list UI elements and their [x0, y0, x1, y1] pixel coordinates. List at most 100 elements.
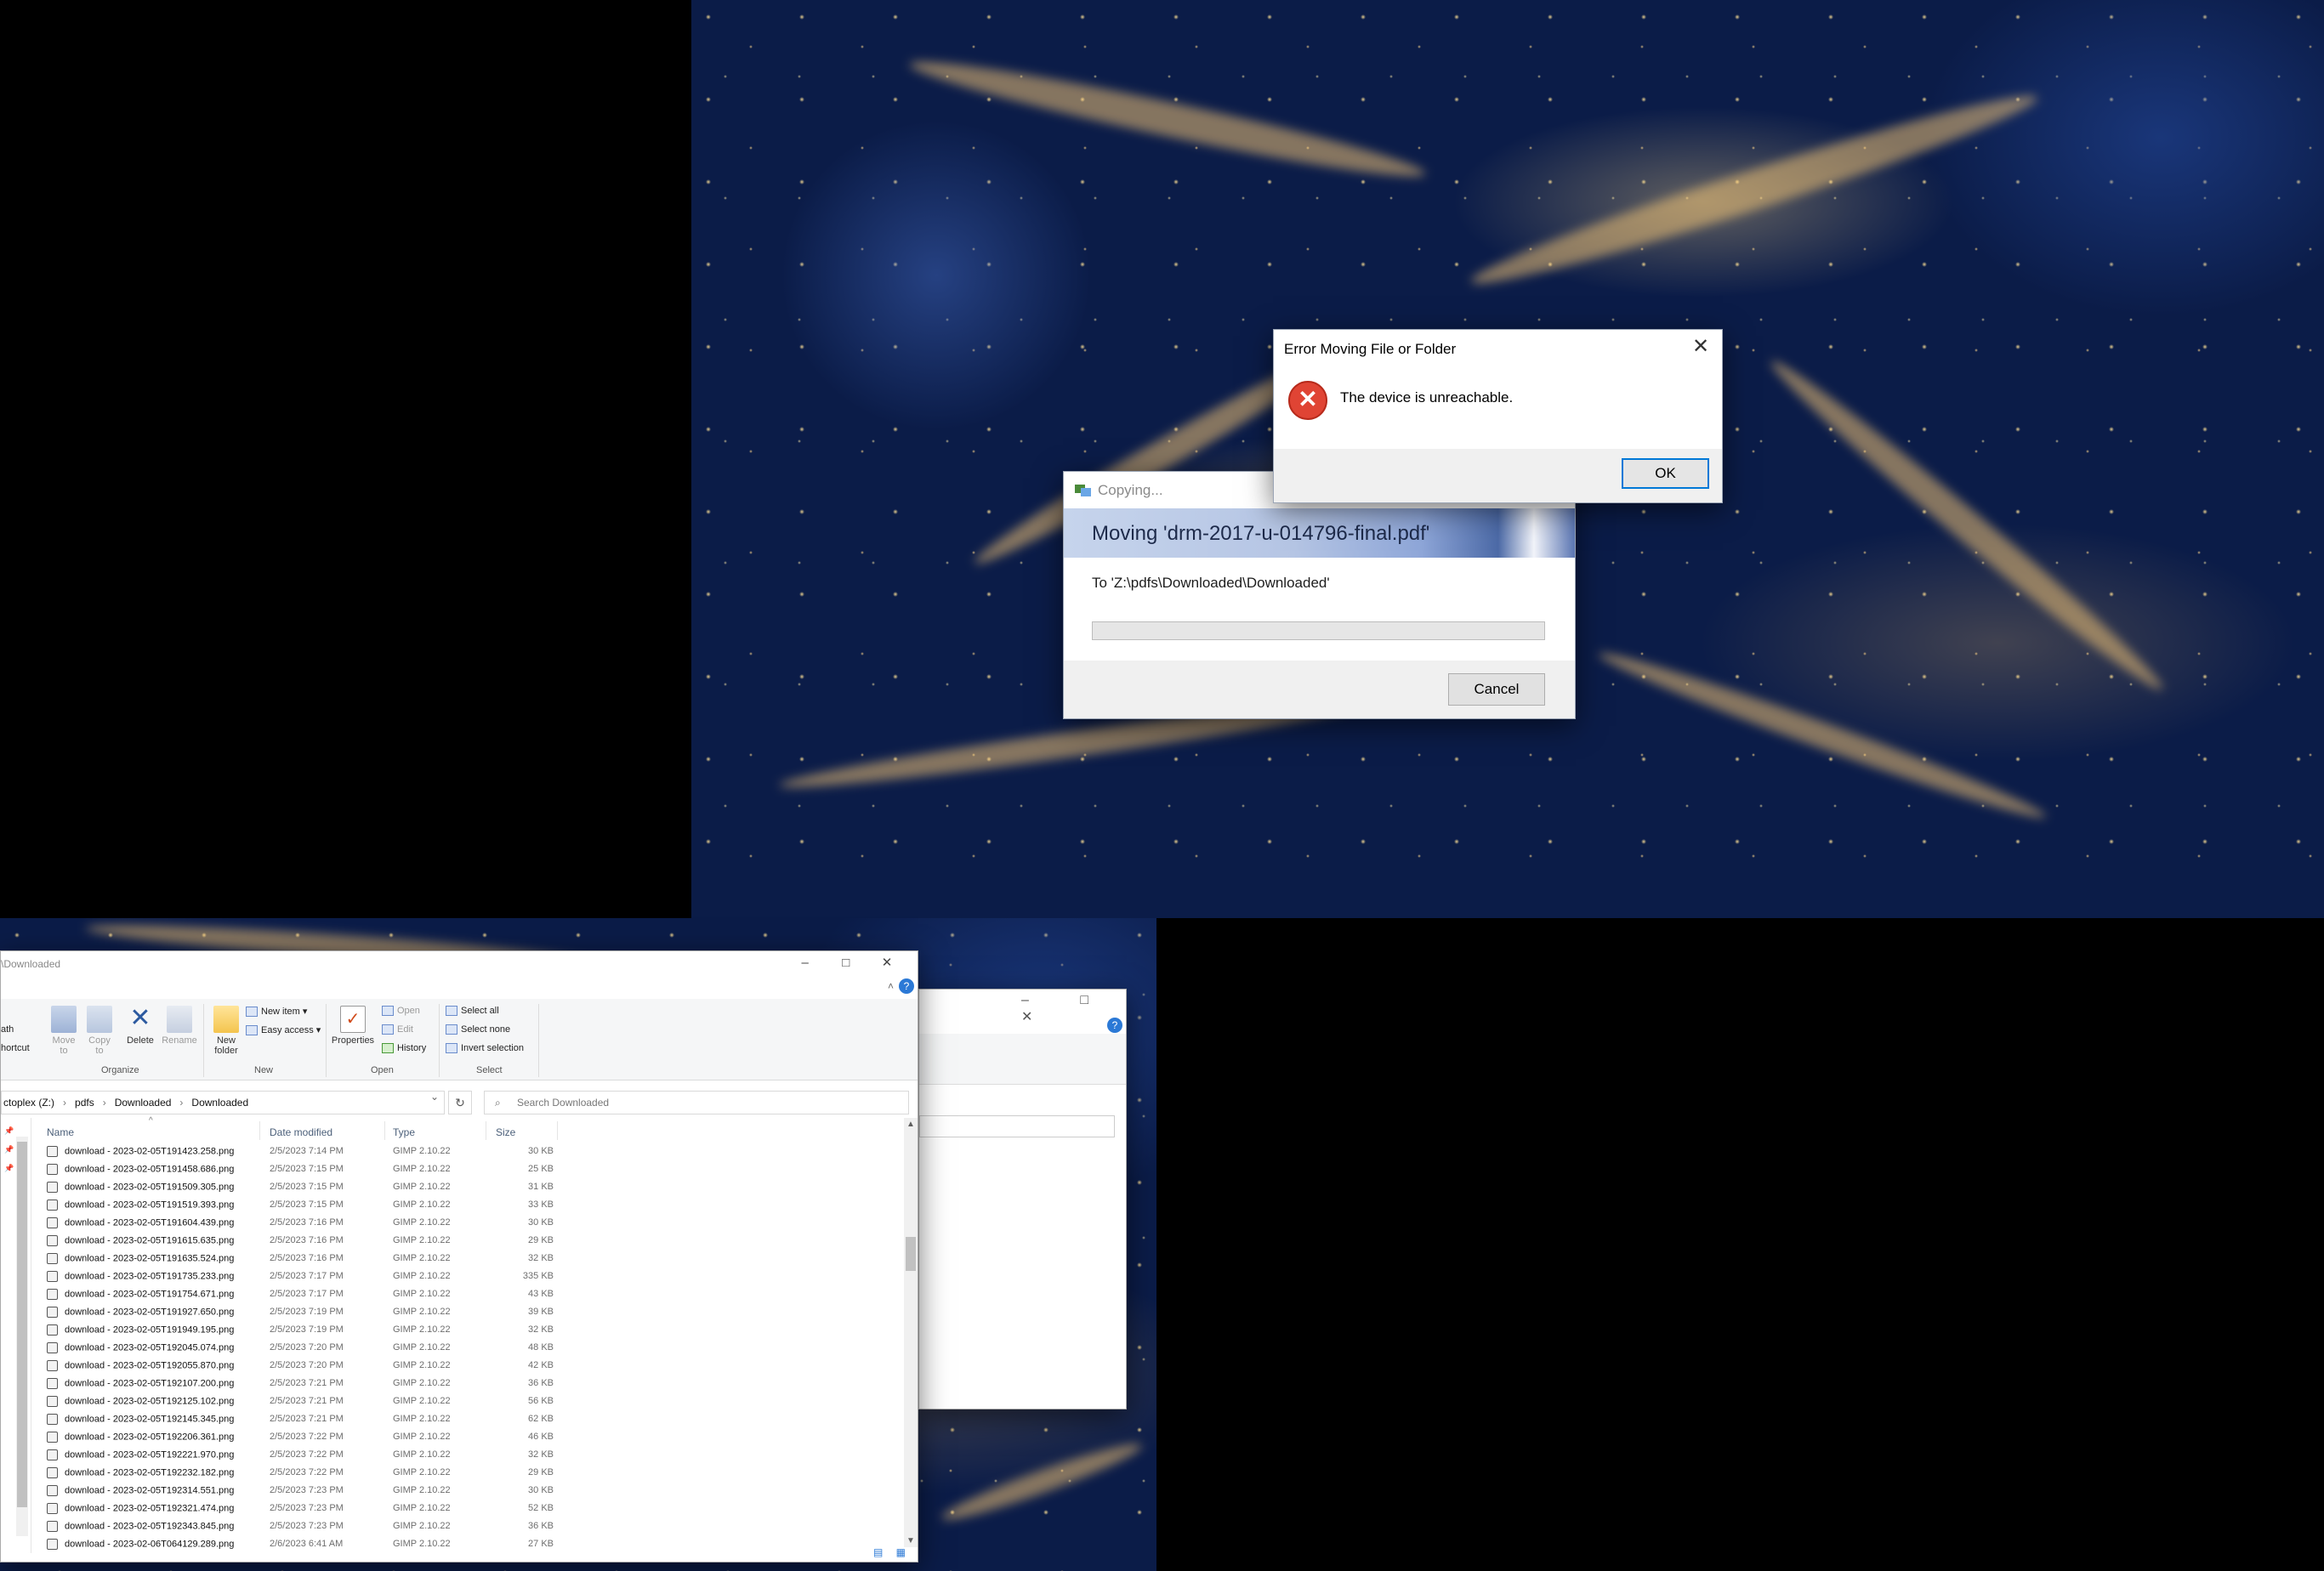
breadcrumb-chevron-icon[interactable]: ›: [103, 1097, 106, 1109]
invert-selection-icon: [446, 1043, 457, 1054]
nav-scrollbar-thumb[interactable]: [17, 1142, 27, 1507]
close-button[interactable]: ✕: [868, 955, 906, 970]
window-title: \Downloaded: [1, 958, 61, 970]
file-row[interactable]: download - 2023-02-05T192321.474.png 2/5/…: [47, 1500, 897, 1518]
file-row[interactable]: download - 2023-02-05T192145.345.png 2/5/…: [47, 1411, 897, 1429]
view-mode-icons[interactable]: ▤ ▦: [873, 1546, 911, 1558]
file-row[interactable]: download - 2023-02-05T191949.195.png 2/5/…: [47, 1322, 897, 1340]
error-dialog[interactable]: Error Moving File or Folder ✕ ✕ The devi…: [1273, 329, 1723, 503]
column-header-name[interactable]: Name: [47, 1126, 74, 1138]
vertical-scrollbar[interactable]: ▲ ▼: [904, 1118, 918, 1547]
delete-button[interactable]: ✕ Delete: [124, 1006, 156, 1046]
invert-selection-button[interactable]: Invert selection: [446, 1043, 524, 1054]
file-row[interactable]: download - 2023-02-05T192107.200.png 2/5/…: [47, 1375, 897, 1393]
help-icon[interactable]: ?: [899, 978, 914, 994]
refresh-icon[interactable]: ↻: [448, 1091, 472, 1114]
address-dropdown-icon[interactable]: ⌄: [430, 1091, 439, 1103]
file-date: 2/5/2023 7:23 PM: [270, 1485, 344, 1495]
breadcrumb-chevron-icon[interactable]: ›: [63, 1097, 66, 1109]
gimp-file-icon: [47, 1271, 58, 1282]
maximize-button[interactable]: □: [827, 956, 865, 970]
file-row[interactable]: download - 2023-02-05T191635.524.png 2/5/…: [47, 1251, 897, 1268]
file-row[interactable]: download - 2023-02-05T192206.361.png 2/5/…: [47, 1429, 897, 1447]
file-size: 52 KB: [528, 1503, 554, 1513]
file-type: GIMP 2.10.22: [393, 1414, 451, 1424]
file-row[interactable]: download - 2023-02-05T191615.635.png 2/5/…: [47, 1233, 897, 1251]
scroll-up-icon[interactable]: ▲: [906, 1120, 915, 1129]
open-button[interactable]: Open: [382, 1006, 420, 1017]
column-separator[interactable]: [384, 1121, 385, 1140]
address-bar[interactable]: ctoplex (Z:) › pdfs › Downloaded › Downloaded: [1, 1091, 445, 1114]
file-row[interactable]: download - 2023-02-05T192221.970.png 2/5/…: [47, 1447, 897, 1465]
paste-shortcut-button[interactable]: hortcut: [1, 1043, 30, 1053]
title-bar[interactable]: \Downloaded – □ ✕: [1, 951, 918, 977]
file-row[interactable]: download - 2023-02-05T191604.439.png 2/5/…: [47, 1215, 897, 1233]
file-type: GIMP 2.10.22: [393, 1253, 451, 1263]
column-separator[interactable]: [557, 1121, 558, 1140]
minimize-button[interactable]: –: [787, 956, 824, 970]
history-button[interactable]: History: [382, 1043, 426, 1054]
properties-button[interactable]: ✓ Properties: [331, 1006, 375, 1046]
help-icon[interactable]: ?: [1107, 1018, 1122, 1033]
file-row[interactable]: download - 2023-02-06T064129.289.png 2/6/…: [47, 1536, 897, 1554]
new-item-button[interactable]: New item ▾: [246, 1006, 307, 1018]
file-row[interactable]: download - 2023-02-05T192055.870.png 2/5/…: [47, 1358, 897, 1375]
file-date: 2/6/2023 6:41 AM: [270, 1539, 344, 1549]
gimp-file-icon: [47, 1324, 58, 1336]
select-none-button[interactable]: Select none: [446, 1024, 510, 1035]
ok-button[interactable]: OK: [1622, 458, 1709, 489]
file-row[interactable]: download - 2023-02-05T192125.102.png 2/5/…: [47, 1393, 897, 1411]
file-row[interactable]: download - 2023-02-05T191423.258.png 2/5/…: [47, 1143, 897, 1161]
rename-button[interactable]: Rename: [161, 1006, 198, 1046]
breadcrumb-chevron-icon[interactable]: ›: [179, 1097, 183, 1109]
column-header-size[interactable]: Size: [496, 1126, 515, 1138]
file-row[interactable]: download - 2023-02-05T191458.686.png 2/5/…: [47, 1161, 897, 1179]
explorer-window-background[interactable]: – □ ✕ ?: [918, 989, 1127, 1409]
column-header-date[interactable]: Date modified: [270, 1126, 332, 1138]
column-header-type[interactable]: Type: [393, 1126, 415, 1138]
file-name: download - 2023-02-05T191615.635.png: [47, 1235, 234, 1246]
file-row[interactable]: download - 2023-02-05T192232.182.png 2/5/…: [47, 1465, 897, 1483]
file-type: GIMP 2.10.22: [393, 1467, 451, 1477]
address-bar[interactable]: [919, 1115, 1115, 1137]
file-row[interactable]: download - 2023-02-05T191927.650.png 2/5/…: [47, 1304, 897, 1322]
select-all-icon: [446, 1006, 457, 1017]
new-folder-button[interactable]: New folder: [209, 1006, 243, 1056]
edit-button[interactable]: Edit: [382, 1024, 413, 1035]
file-type: GIMP 2.10.22: [393, 1342, 451, 1353]
file-size: 39 KB: [528, 1307, 554, 1317]
file-row[interactable]: download - 2023-02-05T192045.074.png 2/5/…: [47, 1340, 897, 1358]
copy-path-button[interactable]: ath: [1, 1024, 14, 1035]
explorer-window[interactable]: \Downloaded – □ ✕ ˄ ? ath hortcut Move t…: [0, 950, 918, 1562]
file-row[interactable]: download - 2023-02-05T192343.845.png 2/5/…: [47, 1518, 897, 1536]
move-to-button[interactable]: Move to: [48, 1006, 79, 1056]
gimp-file-icon: [47, 1342, 58, 1353]
select-all-button[interactable]: Select all: [446, 1006, 499, 1017]
search-placeholder: Search Downloaded: [517, 1097, 610, 1109]
cancel-button[interactable]: Cancel: [1448, 673, 1545, 706]
breadcrumb-downloaded[interactable]: Downloaded: [115, 1097, 172, 1109]
column-separator[interactable]: [259, 1121, 260, 1140]
easy-access-button[interactable]: Easy access ▾: [246, 1024, 321, 1036]
collapse-ribbon-icon[interactable]: ˄: [888, 980, 894, 992]
file-row[interactable]: download - 2023-02-05T191509.305.png 2/5/…: [47, 1179, 897, 1197]
file-row[interactable]: download - 2023-02-05T191519.393.png 2/5/…: [47, 1197, 897, 1215]
breadcrumb-drive[interactable]: ctoplex (Z:): [3, 1097, 54, 1109]
navigation-pane[interactable]: 📌 📌 📌: [1, 1118, 31, 1553]
ribbon: ath hortcut Move to Copy to ✕ Delete Ren…: [1, 999, 918, 1080]
file-date: 2/5/2023 7:17 PM: [270, 1289, 344, 1299]
close-icon[interactable]: ✕: [1686, 335, 1715, 360]
file-row[interactable]: download - 2023-02-05T191754.671.png 2/5/…: [47, 1286, 897, 1304]
file-row[interactable]: download - 2023-02-05T192314.551.png 2/5/…: [47, 1483, 897, 1500]
file-name: download - 2023-02-05T191735.233.png: [47, 1271, 234, 1282]
copy-to-button[interactable]: Copy to: [84, 1006, 115, 1056]
copy-progress-dialog[interactable]: Copying... Moving 'drm-2017-u-014796-fin…: [1063, 471, 1576, 719]
search-input[interactable]: ⌕ Search Downloaded: [484, 1091, 909, 1114]
file-row[interactable]: download - 2023-02-05T191735.233.png 2/5/…: [47, 1268, 897, 1286]
scroll-down-icon[interactable]: ▼: [906, 1536, 915, 1545]
nav-scrollbar[interactable]: [16, 1137, 28, 1536]
file-type: GIMP 2.10.22: [393, 1503, 451, 1513]
breadcrumb-pdfs[interactable]: pdfs: [75, 1097, 94, 1109]
scrollbar-thumb[interactable]: [906, 1237, 916, 1271]
breadcrumb-downloaded-current[interactable]: Downloaded: [191, 1097, 248, 1109]
